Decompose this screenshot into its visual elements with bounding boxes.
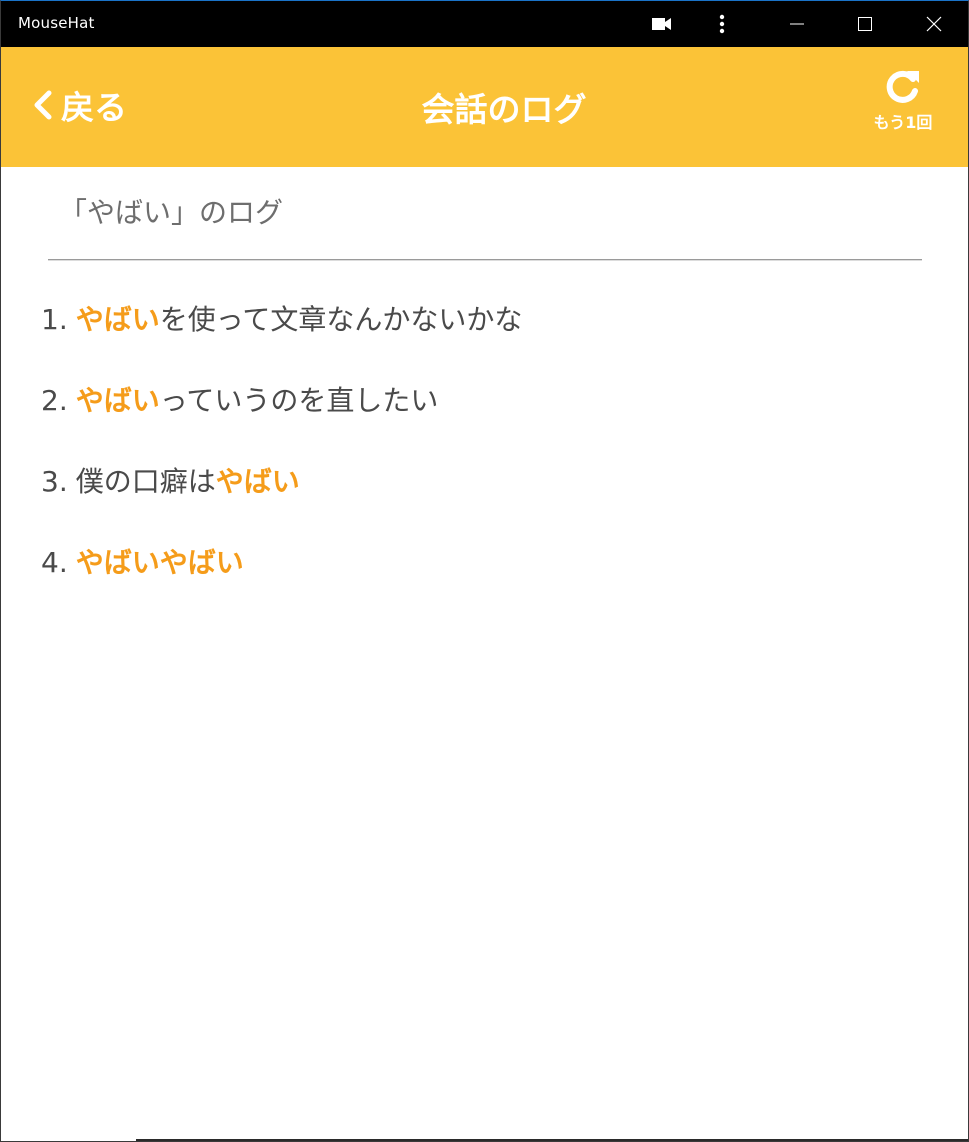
log-item: 1. やばいを使って文章なんかないかな — [41, 297, 522, 378]
retry-button[interactable]: もう1回 — [857, 67, 949, 143]
highlighted-keyword: やばい — [75, 303, 160, 336]
highlighted-keyword: やばい — [215, 465, 300, 498]
section-title: 「やばい」のログ — [59, 196, 284, 229]
log-list: 1. やばいを使って文章なんかないかな 2. やばいっていうのを直したい 3. 僕の口癖は… — [41, 297, 522, 621]
log-item-text: 僕の口癖は — [75, 465, 216, 498]
log-item-text: を使って文章なんかないかな — [159, 303, 523, 336]
log-item-text: っていうのを直したい — [159, 384, 439, 417]
close-button[interactable] — [911, 1, 957, 47]
close-icon — [926, 16, 942, 32]
maximize-button[interactable] — [842, 1, 888, 47]
log-item: 2. やばいっていうのを直したい — [41, 378, 522, 459]
log-item: 4. やばいやばい — [41, 540, 522, 621]
divider — [48, 259, 922, 261]
more-vertical-icon[interactable] — [705, 1, 739, 47]
log-item: 3. 僕の口癖はやばい — [41, 459, 522, 540]
log-item-number: 1. — [41, 303, 68, 336]
maximize-icon — [858, 17, 872, 31]
log-item-number: 4. — [41, 546, 68, 579]
video-camera-icon[interactable] — [644, 1, 680, 47]
bottom-edge — [136, 1139, 968, 1141]
minimize-button[interactable] — [774, 1, 820, 47]
app-window: MouseHat 戻る 会話のログ もう1回 「やばい」のログ 1. やばいを使… — [0, 0, 969, 1142]
page-title: 会話のログ — [421, 90, 587, 129]
app-title: MouseHat — [18, 14, 95, 32]
retry-label: もう1回 — [873, 113, 933, 132]
title-bar: MouseHat — [1, 1, 968, 47]
highlighted-keyword: やばい — [75, 384, 160, 417]
minimize-icon — [790, 23, 804, 25]
highlighted-keyword: やばいやばい — [75, 546, 244, 579]
refresh-icon — [886, 70, 919, 103]
log-item-number: 3. — [41, 465, 68, 498]
log-item-number: 2. — [41, 384, 68, 417]
app-header: 戻る 会話のログ もう1回 — [1, 47, 968, 167]
